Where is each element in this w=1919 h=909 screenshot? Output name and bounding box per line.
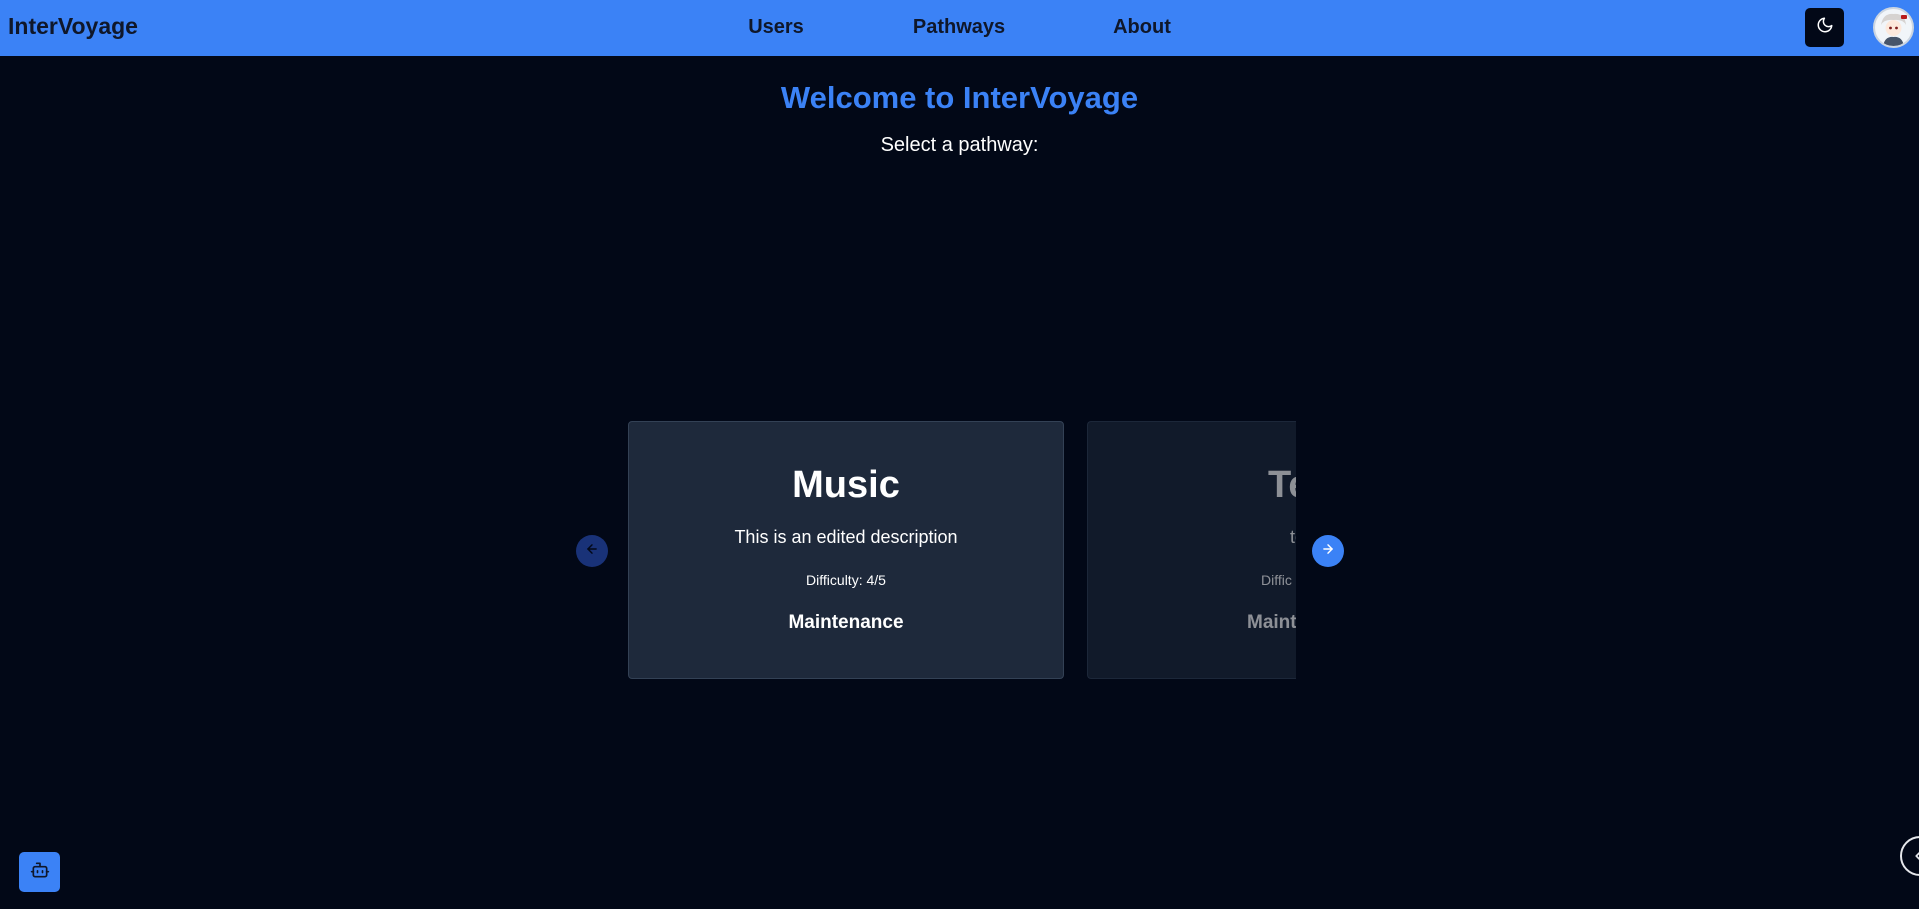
arrow-left-icon — [585, 542, 599, 561]
card-description: te — [1290, 527, 1296, 547]
nav-link-pathways[interactable]: Pathways — [911, 16, 1007, 39]
page-title: Welcome to InterVoyage — [780, 80, 1139, 115]
pathway-carousel: Music This is an edited description Diff… — [628, 421, 1296, 680]
chevron-left-icon — [1911, 848, 1919, 869]
chatbot-button[interactable] — [19, 852, 60, 892]
moon-icon — [1816, 16, 1834, 39]
card-title: Music — [792, 464, 900, 506]
nav-link-about[interactable]: About — [1112, 16, 1172, 39]
page-subtitle: Select a pathway: — [880, 134, 1039, 156]
brand-logo[interactable]: InterVoyage — [8, 13, 138, 40]
nav-link-users[interactable]: Users — [748, 16, 804, 39]
bot-icon — [30, 860, 50, 885]
card-category: Maintenance — [788, 612, 904, 633]
card-title: Te — [1268, 464, 1296, 506]
pathway-card[interactable]: Te te Diffic Maint — [1087, 421, 1296, 679]
card-category: Maint — [1247, 612, 1296, 633]
card-difficulty: Diffic — [1261, 572, 1292, 588]
theme-toggle-button[interactable] — [1805, 8, 1844, 47]
pathway-card[interactable]: Music This is an edited description Diff… — [628, 421, 1064, 679]
card-difficulty: Difficulty: 4/5 — [806, 572, 886, 588]
arrow-right-icon — [1321, 542, 1335, 561]
user-avatar[interactable] — [1873, 7, 1914, 48]
top-navbar: InterVoyage Users Pathways About — [0, 0, 1919, 56]
card-description: This is an edited description — [734, 527, 958, 547]
carousel-next-button[interactable] — [1312, 535, 1344, 567]
side-panel-toggle[interactable] — [1900, 836, 1919, 876]
carousel-prev-button[interactable] — [576, 535, 608, 567]
